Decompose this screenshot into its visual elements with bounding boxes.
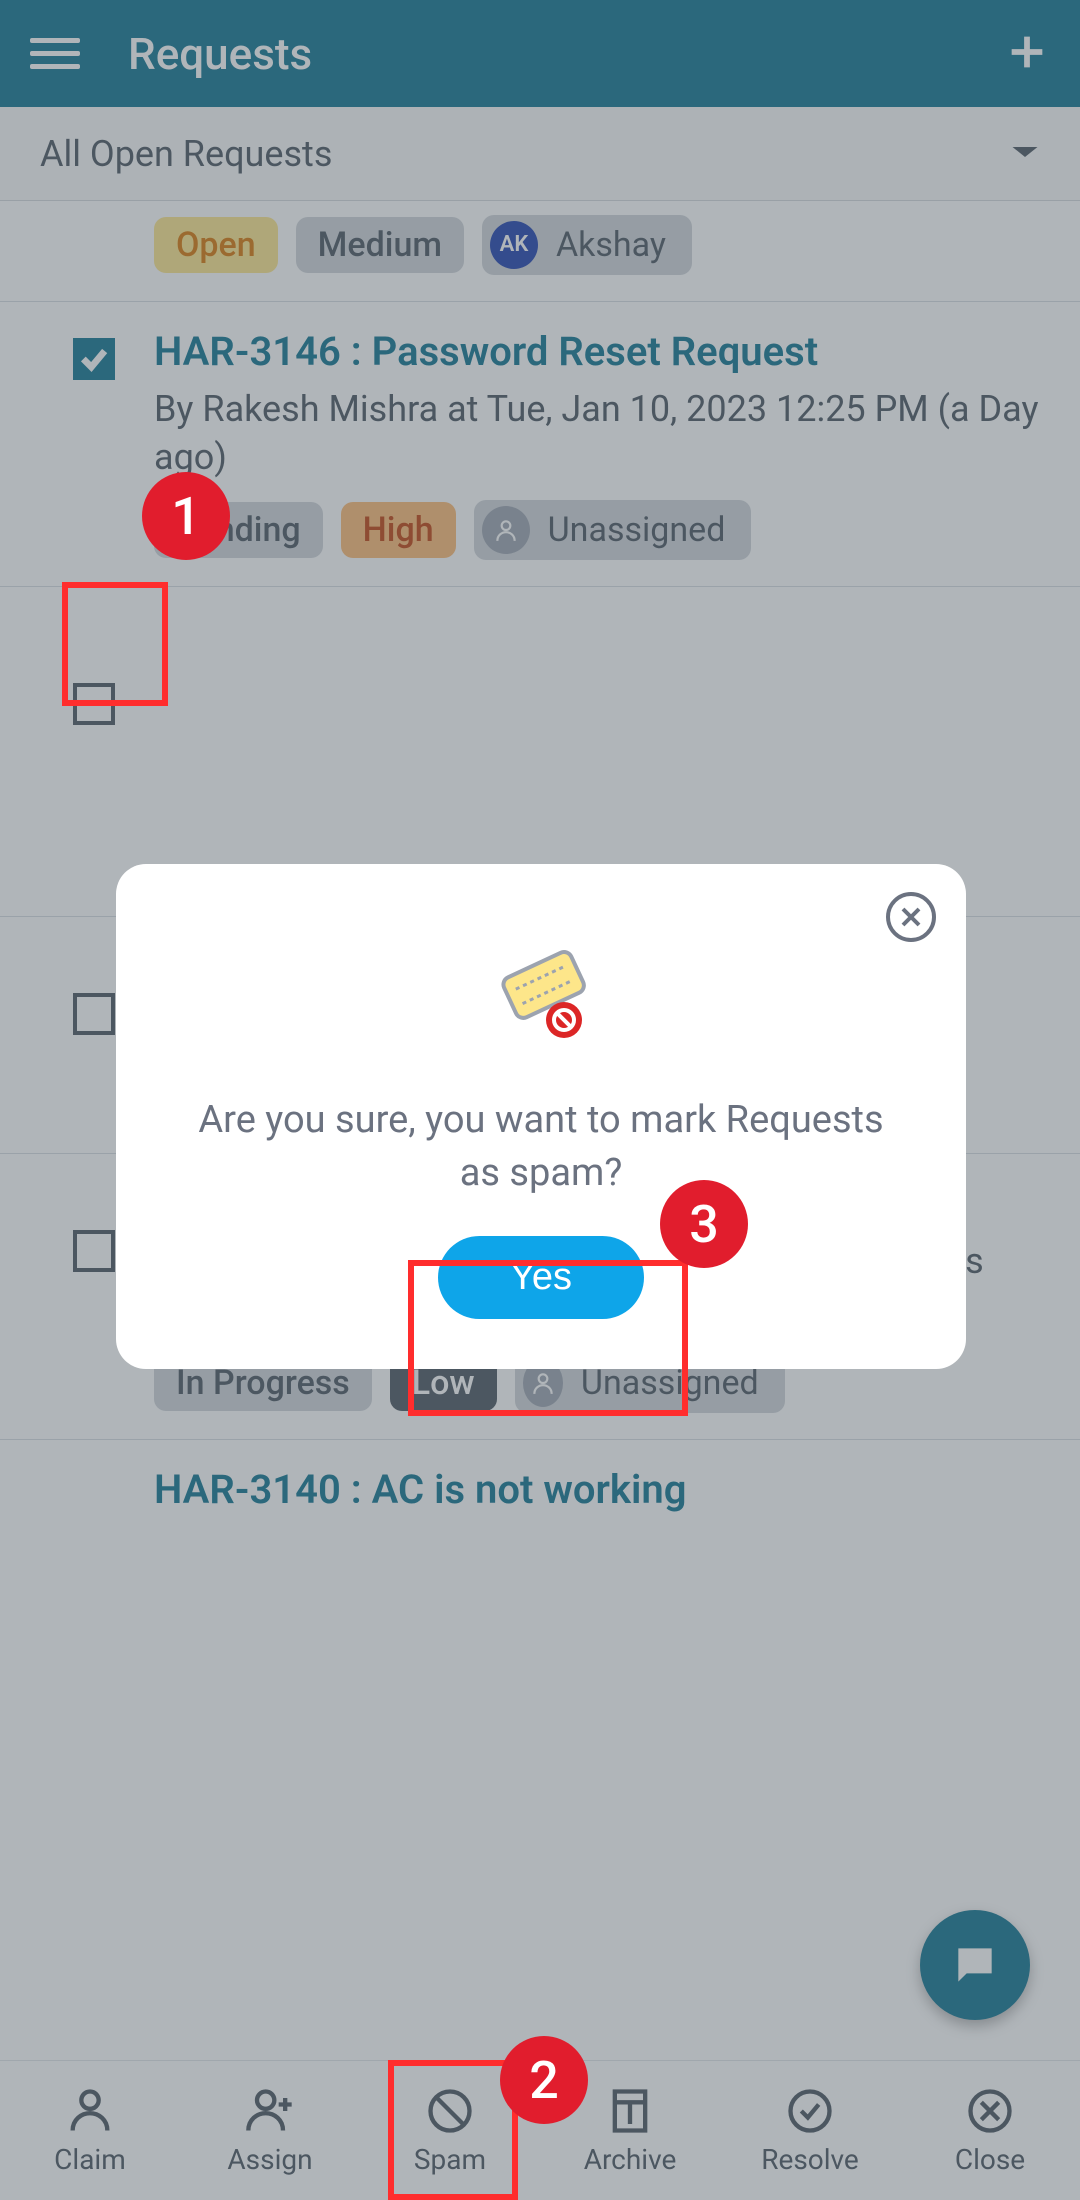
annotation-outline-1 xyxy=(62,582,168,706)
close-icon[interactable] xyxy=(886,892,936,942)
annotation-marker-1: 1 xyxy=(142,472,230,560)
modal-question: Are you sure, you want to mark Requests … xyxy=(156,1094,926,1200)
annotation-outline-3 xyxy=(408,1260,688,1416)
annotation-marker-3: 3 xyxy=(660,1180,748,1268)
annotation-outline-2 xyxy=(388,2060,518,2200)
spam-ticket-icon xyxy=(156,944,926,1044)
annotation-marker-2: 2 xyxy=(500,2036,588,2124)
